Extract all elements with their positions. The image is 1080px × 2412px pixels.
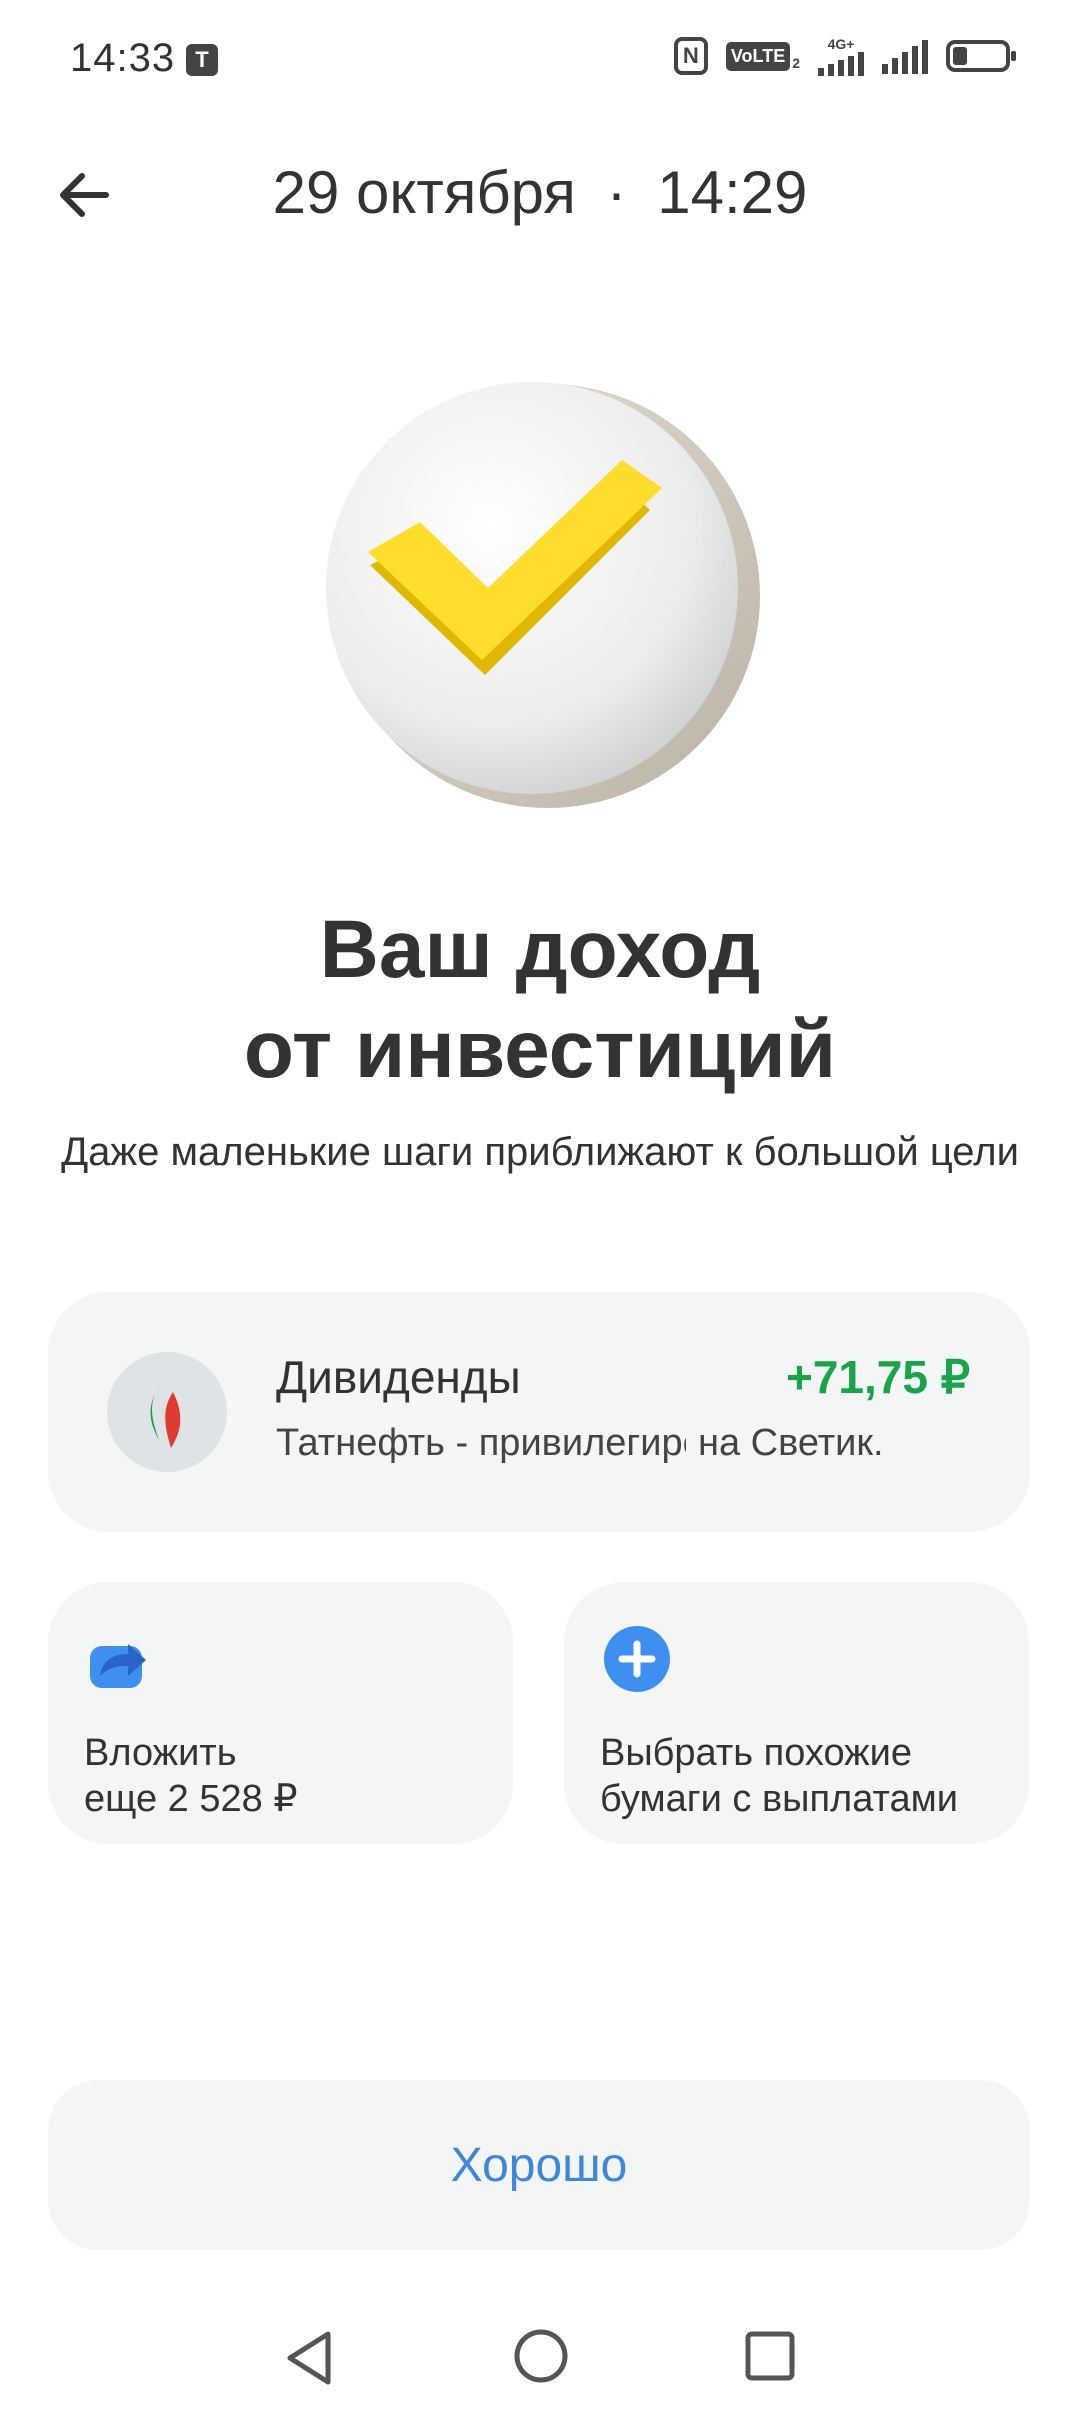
carrier-icon: T (186, 44, 218, 76)
system-home-button[interactable] (513, 2328, 569, 2384)
signal-4g-icon: 4G+ (818, 36, 864, 76)
system-back-button[interactable] (284, 2330, 334, 2386)
nfc-icon: N (673, 37, 708, 75)
status-icons: N VoLTE 2 4G+ (673, 36, 1016, 76)
header-time: 14:29 (657, 159, 808, 226)
network-type-label: 4G+ (827, 36, 855, 52)
sim2-label: 2 (792, 54, 800, 71)
similar-securities-button[interactable]: Выбрать похожие бумаги с выплатами (564, 1582, 1029, 1844)
circle-home-icon (514, 2329, 568, 2383)
dividend-title: Дивиденды (276, 1351, 521, 1403)
checkmark-icon (326, 382, 760, 808)
share-arrow-icon (88, 1632, 148, 1692)
header-datetime: 29 октября · 14:29 (0, 158, 1080, 227)
invest-more-label: Вложить еще 2 528 ₽ (84, 1732, 298, 1820)
plus-circle-icon (602, 1624, 672, 1694)
page-subtitle: Даже маленькие шаги приближают к большой… (61, 1130, 1019, 1174)
invest-more-button[interactable]: Вложить еще 2 528 ₽ (48, 1582, 513, 1844)
similar-securities-label: Выбрать похожие бумаги с выплатами (600, 1732, 958, 1820)
volte-icon: VoLTE (725, 41, 791, 71)
system-recents-button[interactable] (744, 2330, 796, 2382)
checkmark-coin-illustration (310, 360, 770, 820)
dividend-amount: +71,75 ₽ (785, 1351, 970, 1403)
triangle-back-icon (287, 2331, 331, 2385)
page-title: Ваш доход от инвестиций (243, 904, 837, 1095)
volte-indicator: VoLTE 2 (725, 41, 800, 71)
dividend-company: Татнефть - привилегиро (276, 1422, 686, 1464)
ok-button-label: Хорошо (450, 2138, 628, 2192)
company-logo (107, 1352, 227, 1472)
header-date: 29 октября (272, 159, 576, 226)
battery-icon (946, 40, 1016, 72)
signal-icon (882, 38, 928, 74)
ok-button[interactable]: Хорошо (48, 2080, 1030, 2250)
dividend-description: Татнефть - привилегиро на Светик. (276, 1422, 956, 1465)
dividend-account: на Светик. (698, 1422, 884, 1464)
header-separator: · (606, 159, 627, 226)
square-recents-icon (745, 2331, 795, 2381)
tatneft-logo-icon (150, 1382, 181, 1448)
status-time: 14:33 (70, 36, 176, 80)
